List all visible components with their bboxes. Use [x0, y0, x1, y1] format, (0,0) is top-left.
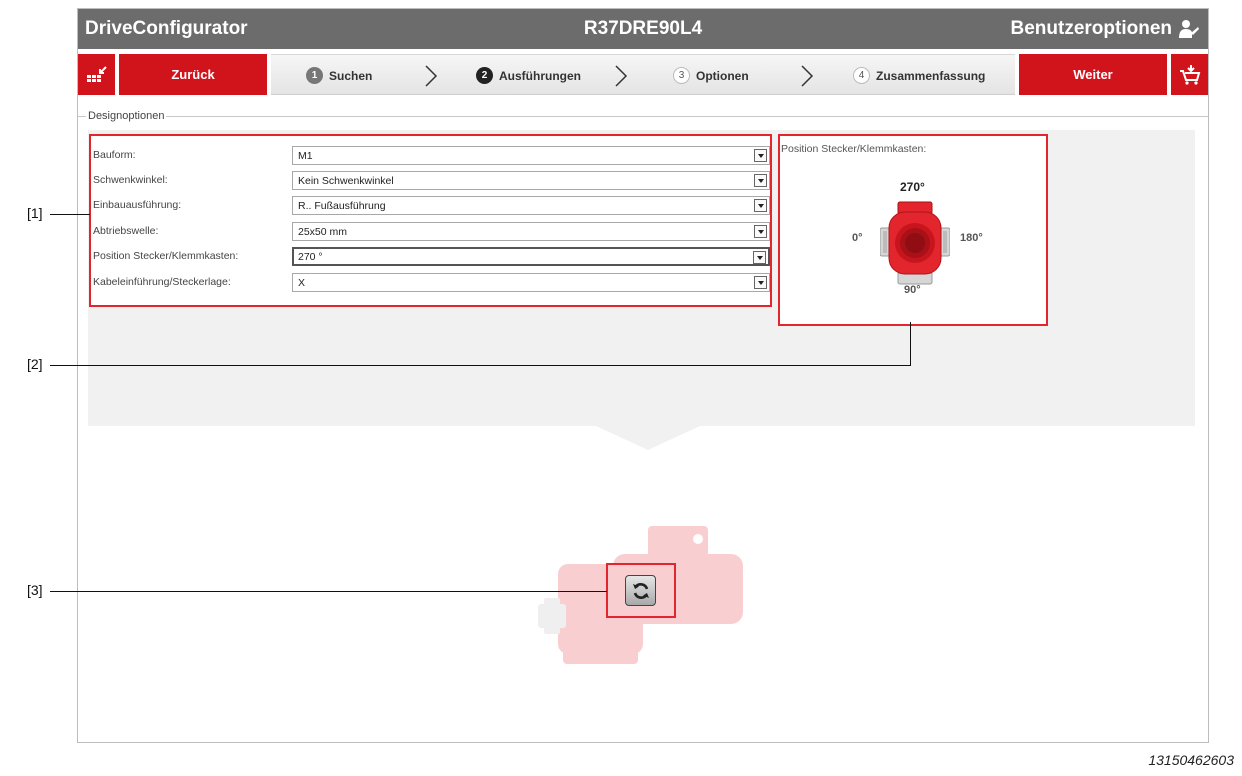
field-label: Kabeleinführung/Steckerlage:	[93, 276, 231, 288]
select-value: 270 °	[298, 251, 323, 263]
step-number: 2	[476, 67, 493, 84]
einbauausfuehrung-select[interactable]: R.. Fußausführung	[292, 196, 770, 215]
panel-pointer	[596, 426, 700, 450]
step-number: 1	[306, 67, 323, 84]
position-option-0[interactable]: 0°	[852, 232, 863, 244]
back-button[interactable]: Zurück	[119, 54, 267, 95]
select-value: Kein Schwenkwinkel	[298, 175, 394, 187]
field-row-position-stecker: Position Stecker/Klemmkasten: 270 °	[91, 247, 770, 267]
dropdown-arrow-icon[interactable]	[754, 199, 767, 212]
design-options-title: Designoptionen	[86, 110, 167, 122]
chevron-right-icon	[615, 65, 628, 87]
step-ausfuehrungen[interactable]: 2 Ausführungen	[476, 67, 581, 84]
refresh-preview-highlight	[606, 563, 676, 618]
select-value: 25x50 mm	[298, 226, 348, 238]
user-options-label: Benutzeroptionen	[1010, 18, 1173, 39]
field-label: Abtriebswelle:	[93, 225, 159, 237]
step-label: Zusammenfassung	[876, 68, 986, 83]
grid-arrow-icon	[86, 65, 107, 82]
group-divider	[78, 116, 1208, 117]
step-number: 3	[673, 67, 690, 84]
callout-3: [3]	[27, 582, 43, 598]
step-label: Suchen	[329, 68, 373, 83]
abtriebswelle-select[interactable]: 25x50 mm	[292, 222, 770, 241]
select-value: X	[298, 277, 306, 289]
dropdown-arrow-icon[interactable]	[754, 174, 767, 187]
field-row-einbauausfuehrung: Einbauausführung: R.. Fußausführung	[91, 196, 770, 216]
step-label: Optionen	[696, 68, 749, 83]
position-stecker-select[interactable]: 270 °	[292, 247, 770, 266]
shopping-cart-icon	[1179, 64, 1200, 85]
bauform-select[interactable]: M1	[292, 146, 770, 165]
configurator-home-button[interactable]	[78, 54, 115, 95]
field-label: Einbauausführung:	[93, 199, 182, 211]
field-row-bauform: Bauform: M1	[91, 146, 770, 166]
design-options-form: Bauform: M1 Schwenkwinkel: Kein Schwenkw…	[89, 134, 772, 307]
user-options-button[interactable]: Benutzeroptionen	[1011, 18, 1201, 40]
wizard-navigation: Zurück 1 Suchen 2 Ausführungen 3 Optione…	[78, 54, 1208, 95]
callout-3-leader	[50, 591, 607, 592]
terminal-box-position-panel: Position Stecker/Klemmkasten: 270° 0° 18…	[778, 134, 1048, 326]
motor-top-view-icon	[880, 201, 950, 285]
field-row-abtriebswelle: Abtriebswelle: 25x50 mm	[91, 222, 770, 242]
refresh-icon	[632, 582, 649, 599]
field-row-kabeleinfuehrung: Kabeleinführung/Steckerlage: X	[91, 273, 770, 293]
callout-1: [1]	[27, 205, 43, 221]
field-label: Bauform:	[93, 149, 136, 161]
step-zusammenfassung[interactable]: 4 Zusammenfassung	[853, 67, 985, 84]
field-row-schwenkwinkel: Schwenkwinkel: Kein Schwenkwinkel	[91, 171, 770, 191]
wizard-steps: 1 Suchen 2 Ausführungen 3 Optionen 4 Zus…	[271, 54, 1015, 95]
dropdown-arrow-icon[interactable]	[754, 225, 767, 238]
step-label: Ausführungen	[499, 68, 581, 83]
callout-1-leader	[50, 214, 90, 215]
schwenkwinkel-select[interactable]: Kein Schwenkwinkel	[292, 171, 770, 190]
next-button[interactable]: Weiter	[1019, 54, 1167, 95]
callout-2: [2]	[27, 356, 43, 372]
select-value: M1	[298, 150, 313, 162]
position-panel-title: Position Stecker/Klemmkasten:	[781, 143, 927, 155]
step-number: 4	[853, 67, 870, 84]
cart-button[interactable]	[1171, 54, 1208, 95]
refresh-preview-button[interactable]	[625, 575, 656, 606]
callout-2-leader-vertical	[910, 322, 911, 366]
chevron-right-icon	[425, 65, 438, 87]
dropdown-arrow-icon[interactable]	[754, 276, 767, 289]
user-settings-icon	[1179, 20, 1199, 38]
dropdown-arrow-icon[interactable]	[754, 149, 767, 162]
step-suchen[interactable]: 1 Suchen	[306, 67, 372, 84]
callout-2-leader	[50, 365, 910, 366]
step-optionen[interactable]: 3 Optionen	[673, 67, 749, 84]
chevron-right-icon	[801, 65, 814, 87]
title-bar: DriveConfigurator R37DRE90L4 Benutzeropt…	[78, 9, 1208, 49]
field-label: Position Stecker/Klemmkasten:	[93, 250, 239, 262]
select-value: R.. Fußausführung	[298, 200, 386, 212]
kabeleinfuehrung-select[interactable]: X	[292, 273, 770, 292]
figure-id: 13150462603	[1148, 752, 1234, 768]
field-label: Schwenkwinkel:	[93, 174, 168, 186]
position-option-180[interactable]: 180°	[960, 232, 983, 244]
dropdown-arrow-icon[interactable]	[753, 251, 766, 264]
drive-configurator-window: DriveConfigurator R37DRE90L4 Benutzeropt…	[77, 8, 1209, 743]
position-option-270[interactable]: 270°	[900, 180, 925, 194]
